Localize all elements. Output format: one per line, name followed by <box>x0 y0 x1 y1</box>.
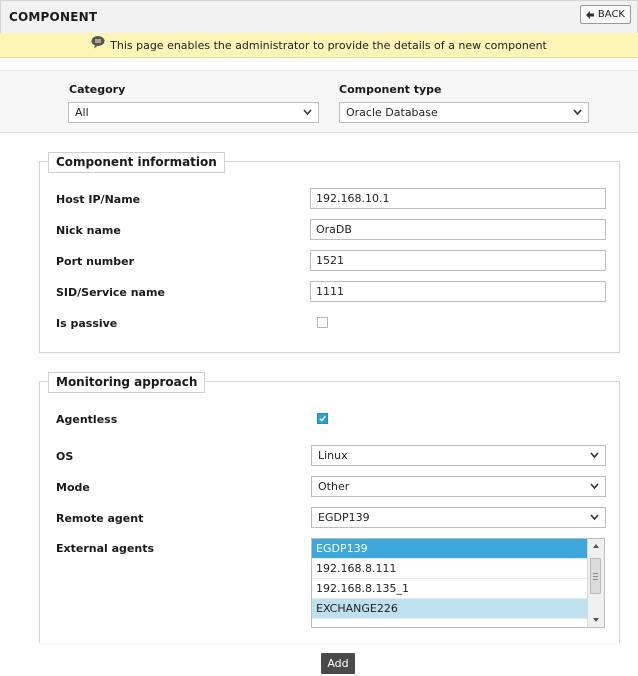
category-label: Category <box>69 83 126 96</box>
sid-input-value: 1111 <box>316 285 344 298</box>
grip-line <box>593 579 598 580</box>
remote-agent-select-value: EGDP139 <box>318 511 370 524</box>
chevron-down-icon <box>590 514 599 521</box>
chevron-down-icon <box>573 109 582 116</box>
scrollbar-thumb[interactable] <box>590 558 601 594</box>
filter-area: Category All Component type Oracle Datab… <box>0 70 638 133</box>
page-header: COMPONENT BACK <box>0 0 638 34</box>
host-label: Host IP/Name <box>56 193 141 206</box>
back-button-label: BACK <box>597 9 625 20</box>
grip-line <box>593 573 598 574</box>
os-select-value: Linux <box>318 449 348 462</box>
port-number-input-value: 1521 <box>316 254 344 267</box>
checkmark-icon <box>319 415 326 422</box>
chevron-down-icon <box>303 109 312 116</box>
nick-name-label: Nick name <box>56 224 121 237</box>
agentless-checkbox[interactable] <box>317 413 328 424</box>
chevron-down-icon <box>590 452 599 459</box>
nick-name-input-value: OraDB <box>316 223 352 236</box>
component-information-panel: Component information Host IP/Name 192.1… <box>39 152 620 353</box>
port-number-input[interactable]: 1521 <box>310 250 606 271</box>
list-item[interactable]: 192.168.8.111 <box>312 559 588 579</box>
component-type-select[interactable]: Oracle Database <box>339 102 589 123</box>
speech-bubble-icon <box>91 35 105 48</box>
sid-input[interactable]: 1111 <box>310 281 606 302</box>
list-item[interactable]: 192.168.8.135_1 <box>312 579 588 599</box>
scroll-up-icon[interactable] <box>588 539 604 553</box>
grip-line <box>593 576 598 577</box>
external-agents-listbox[interactable]: EGDP139 192.168.8.111 192.168.8.135_1 EX… <box>311 538 605 628</box>
component-type-select-value: Oracle Database <box>346 106 438 119</box>
scroll-down-icon[interactable] <box>588 613 604 627</box>
os-label: OS <box>56 450 74 463</box>
is-passive-label: Is passive <box>56 317 118 330</box>
mode-select[interactable]: Other <box>311 476 606 497</box>
mode-label: Mode <box>56 481 90 494</box>
os-select[interactable]: Linux <box>311 445 606 466</box>
monitoring-approach-legend: Monitoring approach <box>48 372 206 393</box>
component-information-legend: Component information <box>48 152 225 173</box>
back-arrow-icon <box>585 10 594 19</box>
category-select-value: All <box>75 106 89 119</box>
list-item[interactable] <box>312 619 588 627</box>
agentless-label: Agentless <box>56 413 118 426</box>
is-passive-checkbox[interactable] <box>317 317 328 328</box>
monitoring-approach-panel: Monitoring approach Agentless OS Linux M… <box>39 372 620 643</box>
back-button[interactable]: BACK <box>579 5 631 24</box>
page-title: COMPONENT <box>9 10 98 24</box>
sid-label: SID/Service name <box>56 286 165 299</box>
port-number-label: Port number <box>56 255 135 268</box>
component-type-label: Component type <box>339 83 442 96</box>
list-item[interactable]: EGDP139 <box>312 539 588 559</box>
list-item[interactable]: EXCHANGE226 <box>312 599 588 619</box>
info-bar: This page enables the administrator to p… <box>0 33 638 58</box>
chevron-down-icon <box>590 483 599 490</box>
host-input-value: 192.168.10.1 <box>316 192 390 205</box>
category-select[interactable]: All <box>68 102 319 123</box>
nick-name-input[interactable]: OraDB <box>310 219 606 240</box>
info-text: This page enables the administrator to p… <box>110 38 547 52</box>
host-input[interactable]: 192.168.10.1 <box>310 188 606 209</box>
add-button[interactable]: Add <box>321 653 355 674</box>
remote-agent-label: Remote agent <box>56 512 144 525</box>
mode-select-value: Other <box>318 480 350 493</box>
remote-agent-select[interactable]: EGDP139 <box>311 507 606 528</box>
external-agents-label: External agents <box>56 542 155 555</box>
external-agents-scrollbar[interactable] <box>587 539 604 627</box>
